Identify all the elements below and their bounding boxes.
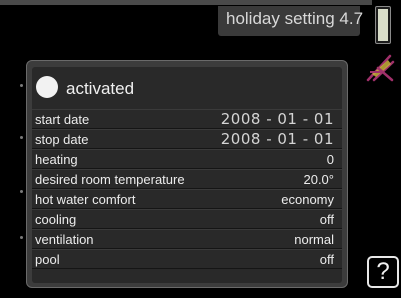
holiday-setting-screen: holiday setting 4.7 activated start date… xyxy=(0,0,401,298)
setting-label: stop date xyxy=(35,132,89,147)
setting-row-stop-date[interactable]: stop date 2008 - 01 - 01 xyxy=(32,129,342,149)
setting-value[interactable]: off xyxy=(320,252,334,267)
setting-value[interactable]: economy xyxy=(281,192,334,207)
page-indicator-dot xyxy=(20,136,23,139)
header-bar xyxy=(0,0,372,5)
page-indicator-dot xyxy=(20,84,23,87)
setting-row-start-date[interactable]: start date 2008 - 01 - 01 xyxy=(32,109,342,129)
setting-row-pool[interactable]: pool off xyxy=(32,249,342,269)
setting-label: pool xyxy=(35,252,60,267)
scroll-indicator[interactable] xyxy=(375,6,391,44)
setting-value[interactable]: 2008 - 01 - 01 xyxy=(221,110,334,128)
setting-row-cooling[interactable]: cooling off xyxy=(32,209,342,229)
setting-row-hot-water-comfort[interactable]: hot water comfort economy xyxy=(32,189,342,209)
scroll-thumb[interactable] xyxy=(378,9,388,41)
page-title: holiday setting 4.7 xyxy=(226,9,364,28)
settings-panel: activated start date 2008 - 01 - 01 stop… xyxy=(26,60,348,288)
activated-label: activated xyxy=(66,79,135,98)
settings-panel-inner: activated start date 2008 - 01 - 01 stop… xyxy=(32,67,342,283)
setting-value[interactable]: 0 xyxy=(327,152,334,167)
activated-radio[interactable] xyxy=(36,76,58,98)
setting-label: heating xyxy=(35,152,78,167)
page-indicator-dot xyxy=(20,236,23,239)
activated-toggle[interactable]: activated xyxy=(32,71,342,107)
settings-list: start date 2008 - 01 - 01 stop date 2008… xyxy=(32,109,342,269)
setting-label: ventilation xyxy=(35,232,94,247)
setting-value[interactable]: 2008 - 01 - 01 xyxy=(221,130,334,148)
help-icon: ? xyxy=(376,258,390,285)
setting-row-ventilation[interactable]: ventilation normal xyxy=(32,229,342,249)
deck-chair-icon xyxy=(366,54,395,82)
setting-label: hot water comfort xyxy=(35,192,136,207)
setting-value[interactable]: normal xyxy=(294,232,334,247)
page-indicator-dot xyxy=(20,190,23,193)
setting-row-desired-room-temperature[interactable]: desired room temperature 20.0° xyxy=(32,169,342,189)
setting-row-heating[interactable]: heating 0 xyxy=(32,149,342,169)
setting-label: cooling xyxy=(35,212,77,227)
setting-value[interactable]: off xyxy=(320,212,334,227)
setting-label: desired room temperature xyxy=(35,172,185,187)
help-button[interactable]: ? xyxy=(367,256,399,288)
setting-value[interactable]: 20.0° xyxy=(303,172,334,187)
setting-label: start date xyxy=(35,112,90,127)
